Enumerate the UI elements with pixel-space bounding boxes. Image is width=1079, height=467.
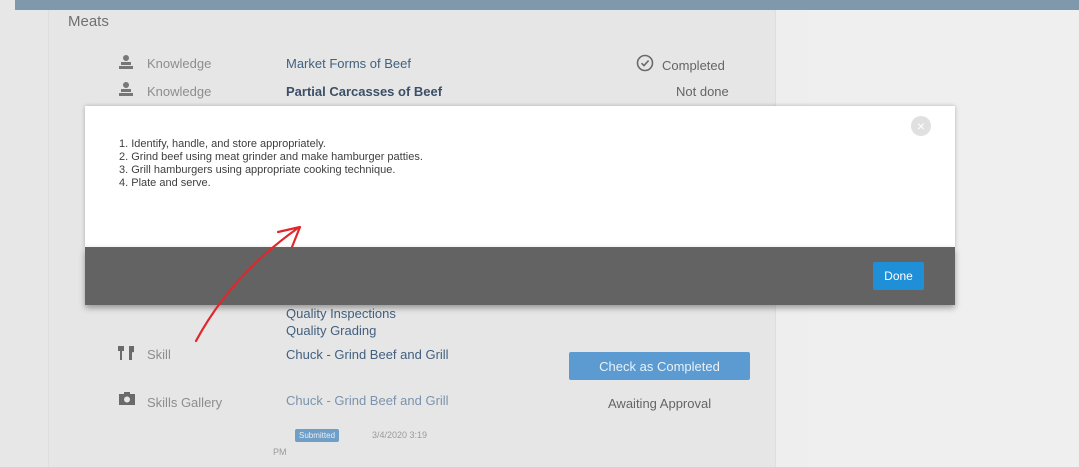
instruction-step: 4. Plate and serve. bbox=[119, 177, 211, 189]
modal-dialog: 1. Identify, handle, and store appropria… bbox=[85, 106, 955, 247]
instruction-step: 3. Grill hamburgers using appropriate co… bbox=[119, 164, 396, 176]
row-link[interactable]: Quality Grading bbox=[286, 323, 376, 338]
row-link[interactable]: Market Forms of Beef bbox=[286, 56, 411, 71]
row-type-label: Skill bbox=[147, 347, 171, 362]
check-circle-icon bbox=[636, 54, 654, 72]
gallery-icon bbox=[118, 391, 136, 407]
modal-footer: Done bbox=[85, 247, 955, 305]
status-not-done: Not done bbox=[676, 84, 729, 99]
utensils-icon bbox=[118, 345, 136, 361]
row-type-label: Skills Gallery bbox=[147, 395, 223, 410]
top-bar bbox=[15, 0, 1079, 10]
row-link[interactable]: Partial Carcasses of Beef bbox=[286, 84, 442, 99]
status-awaiting-approval: Awaiting Approval bbox=[608, 396, 712, 411]
instruction-step: 2. Grind beef using meat grinder and mak… bbox=[119, 151, 423, 163]
row-type-label: Knowledge bbox=[147, 84, 212, 99]
row-type-label: Knowledge bbox=[147, 56, 212, 71]
submitted-timestamp: 3/4/2020 3:19 bbox=[372, 430, 428, 440]
submitted-badge: Submitted bbox=[295, 429, 340, 442]
status-completed: Completed bbox=[662, 58, 725, 73]
row-link[interactable]: Chuck - Grind Beef and Grill bbox=[286, 393, 476, 408]
close-icon[interactable]: × bbox=[911, 116, 931, 136]
row-link[interactable]: Chuck - Grind Beef and Grill bbox=[286, 347, 476, 362]
knowledge-icon bbox=[118, 54, 134, 70]
check-as-completed-button[interactable]: Check as Completed bbox=[569, 352, 750, 380]
knowledge-icon bbox=[118, 81, 134, 97]
instruction-list: 1. Identify, handle, and store appropria… bbox=[119, 138, 423, 190]
background-left bbox=[0, 0, 48, 467]
row-link[interactable]: Quality Inspections bbox=[286, 306, 396, 321]
section-title: Meats bbox=[68, 13, 109, 30]
done-button[interactable]: Done bbox=[873, 262, 924, 290]
instruction-step: 1. Identify, handle, and store appropria… bbox=[119, 138, 326, 150]
submitted-timestamp-ampm: PM bbox=[273, 447, 287, 457]
